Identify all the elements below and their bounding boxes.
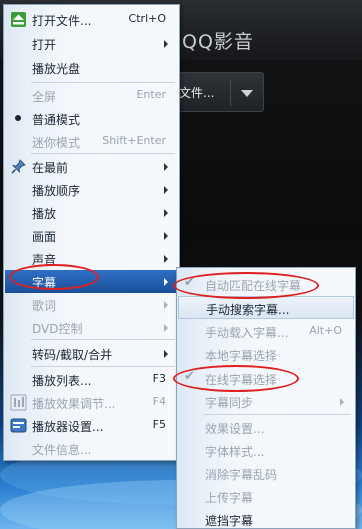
menu-item-open-file[interactable]: 打开文件... Ctrl+O: [5, 8, 178, 31]
player-logo: QQ影音: [182, 31, 254, 53]
submenu-arrow-icon: [164, 278, 168, 286]
submenu-item-fix-garbled: 消除字幕乱码: [178, 462, 354, 485]
menu-item-label: 手动载入字幕...: [205, 326, 289, 340]
pin-icon: [11, 159, 26, 174]
open-file-button-label: 文件...: [179, 86, 215, 100]
menu-item-shortcut: Shift+Enter: [102, 134, 166, 147]
menu-item-shortcut: Ctrl+O: [128, 12, 166, 25]
dropdown-arrow-icon[interactable]: [241, 90, 253, 97]
submenu-arrow-icon: [164, 163, 168, 171]
submenu-item-manual-search[interactable]: 手动搜索字幕...: [178, 296, 354, 319]
menu-item-fullscreen: 全屏 Enter: [5, 84, 178, 107]
menu-item-normal-mode[interactable]: 普通模式: [5, 107, 178, 130]
menu-separator: [31, 339, 175, 340]
menu-separator: [31, 153, 175, 154]
annotation-ellipse: [9, 264, 99, 290]
menu-item-label: 本地字幕选择: [205, 349, 278, 363]
equalizer-icon: [10, 394, 27, 411]
settings-icon: [10, 418, 27, 433]
menu-item-label: 打开文件...: [32, 14, 92, 28]
menu-item-shortcut: F5: [152, 418, 166, 431]
menu-item-label: 消除字幕乱码: [205, 468, 278, 482]
submenu-arrow-icon: [164, 301, 168, 309]
eject-icon: [11, 12, 26, 27]
menu-separator: [31, 82, 175, 83]
menu-item-playlist[interactable]: 播放列表... F3: [5, 368, 178, 391]
menu-item-label: 播放顺序: [32, 184, 81, 198]
menu-item-label: DVD控制: [32, 322, 83, 336]
menu-item-label: 转码/截取/合并: [32, 348, 113, 362]
menu-item-label: 文件信息...: [32, 443, 92, 457]
menu-separator: [204, 414, 351, 415]
menu-item-label: 打开: [32, 38, 57, 52]
menu-item-play-disc[interactable]: 播放光盘: [5, 56, 178, 79]
menu-item-label: 播放器设置...: [32, 420, 104, 434]
menu-item-label: 迷你模式: [32, 136, 81, 150]
menu-item-label: 播放: [32, 207, 57, 221]
menu-item-open[interactable]: 打开: [5, 32, 178, 55]
submenu-arrow-icon: [164, 232, 168, 240]
menu-item-label: 全屏: [32, 90, 57, 104]
menu-item-label: 画面: [32, 230, 57, 244]
menu-item-label: 手动搜索字幕...: [206, 303, 290, 317]
radio-bullet-icon: [15, 115, 21, 121]
submenu-item-upload: 上传字幕: [178, 485, 354, 508]
menu-item-shortcut: Enter: [136, 88, 166, 101]
menu-item-shortcut: F3: [152, 372, 166, 385]
menu-item-label: 在最前: [32, 161, 69, 175]
subtitle-submenu: ✔ 自动匹配在线字幕 手动搜索字幕... 手动载入字幕... Alt+O 本地字…: [176, 267, 356, 529]
submenu-item-local-select: 本地字幕选择: [178, 343, 354, 366]
menu-item-dvd-control: DVD控制: [5, 316, 178, 339]
submenu-arrow-icon: [164, 209, 168, 217]
open-file-button[interactable]: 文件...: [176, 72, 264, 112]
menu-item-label: 播放效果调节...: [32, 397, 116, 411]
submenu-item-font-style: 字体样式...: [178, 439, 354, 462]
menu-item-player-settings[interactable]: 播放器设置... F5: [5, 414, 178, 437]
submenu-item-effect-settings: 效果设置...: [178, 416, 354, 439]
menu-item-mini-mode: 迷你模式 Shift+Enter: [5, 130, 178, 153]
annotation-ellipse: [173, 365, 299, 392]
submenu-arrow-icon: [164, 324, 168, 332]
menu-item-play[interactable]: 播放: [5, 201, 178, 224]
submenu-item-block-subtitles[interactable]: 遮挡字幕: [178, 508, 354, 529]
menu-item-label: 上传字幕: [205, 491, 254, 505]
menu-item-label: 效果设置...: [205, 422, 265, 436]
submenu-arrow-icon: [164, 255, 168, 263]
menu-item-label: 字体样式...: [205, 445, 265, 459]
submenu-arrow-icon: [340, 398, 344, 406]
menu-item-play-order[interactable]: 播放顺序: [5, 178, 178, 201]
menu-item-transcode[interactable]: 转码/截取/合并: [5, 342, 178, 365]
button-divider: [230, 80, 231, 106]
menu-item-always-on-top[interactable]: 在最前: [5, 155, 178, 178]
submenu-item-manual-load: 手动载入字幕... Alt+O: [178, 320, 354, 343]
menu-item-label: 播放光盘: [32, 62, 81, 76]
menu-item-shortcut: F4: [152, 395, 166, 408]
menu-item-file-info: 文件信息...: [5, 437, 178, 460]
menu-item-label: 歌词: [32, 299, 57, 313]
menu-item-label: 字幕同步: [205, 396, 254, 410]
menu-item-picture[interactable]: 画面: [5, 224, 178, 247]
menu-item-label: 播放列表...: [32, 374, 92, 388]
submenu-arrow-icon: [164, 350, 168, 358]
menu-item-lyrics: 歌词: [5, 293, 178, 316]
submenu-arrow-icon: [164, 40, 168, 48]
menu-item-shortcut: Alt+O: [309, 324, 342, 337]
annotation-ellipse: [173, 272, 319, 299]
menu-separator: [31, 366, 175, 367]
menu-item-label: 遮挡字幕: [205, 514, 254, 528]
submenu-arrow-icon: [164, 186, 168, 194]
menu-item-label: 普通模式: [32, 113, 81, 127]
context-menu: 打开文件... Ctrl+O 打开 播放光盘 全屏 Enter 普通模式 迷你模…: [3, 4, 180, 461]
menu-item-effect-adjust: 播放效果调节... F4: [5, 391, 178, 414]
submenu-item-subtitle-sync: 字幕同步: [178, 390, 354, 413]
